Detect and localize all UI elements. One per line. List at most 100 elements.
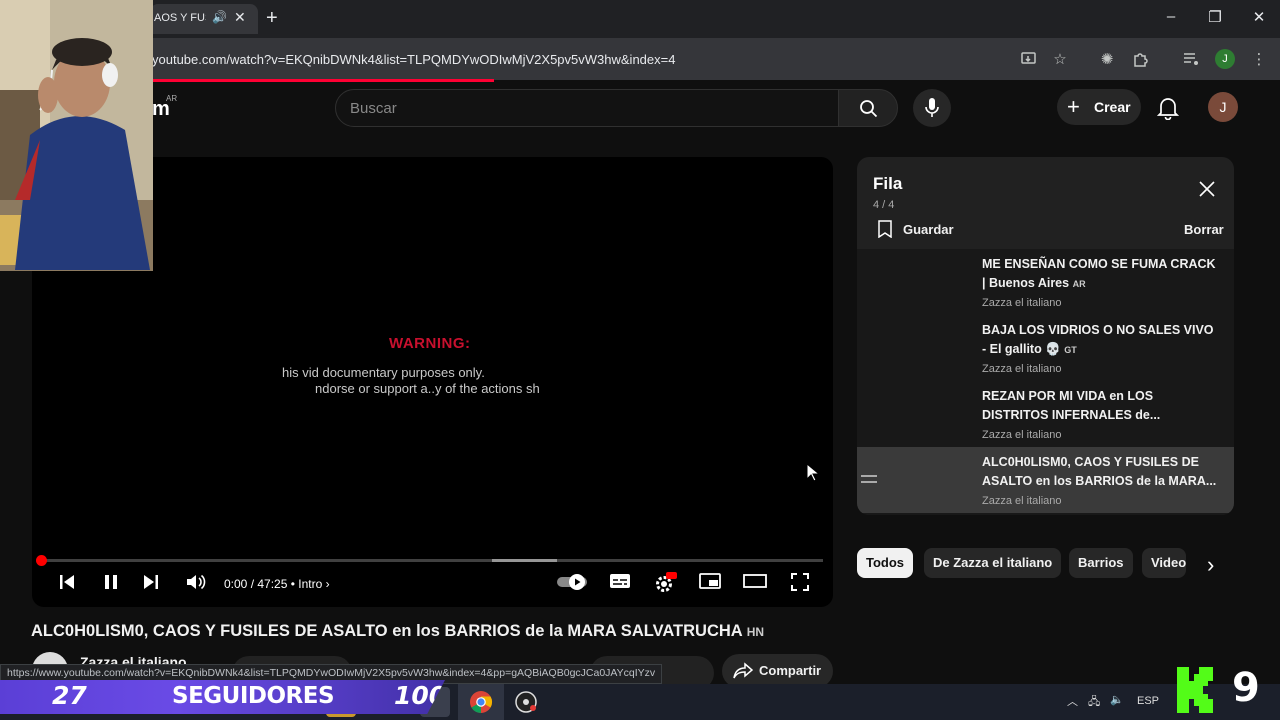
search-icon [860,100,878,118]
followers-count: 27 [52,681,87,710]
new-tab-button[interactable]: + [266,7,278,30]
queue-item-channel: Zazza el italiano [982,495,1062,507]
browser-menu-icon[interactable]: ⋮ [1248,50,1270,70]
queue-item-title: REZAN POR MI VIDA en LOS DISTRITOS INFER… [982,387,1217,425]
microphone-icon [925,98,939,117]
chip-all[interactable]: Todos [857,548,914,578]
queue-item-country-tag: AR [1072,279,1086,289]
chip-videos[interactable]: Video [1142,548,1186,578]
video-disclaimer-line-2: ndorse or support a..y of the actions sh [315,381,540,396]
queue-save-button[interactable]: Guardar [903,222,954,237]
chip-barrios[interactable]: Barrios [1069,548,1133,578]
queue-item-country-tag: GT [1064,345,1077,355]
share-label: Compartir [759,663,822,678]
plus-icon: + [1067,94,1080,119]
chevron-up-icon[interactable]: ︿ [1067,693,1078,709]
previous-button[interactable] [52,572,82,596]
queue-item-channel: Zazza el italiano [982,429,1062,441]
time-elapsed-total: 0:00 / 47:25 [224,577,288,591]
close-icon[interactable] [1197,179,1217,199]
account-avatar[interactable]: J [1208,92,1238,122]
close-window-button[interactable]: ✕ [1244,8,1274,26]
install-app-icon[interactable] [1018,50,1040,70]
queue-item-current[interactable]: ALC0H0LISM0, CAOS Y FUSILES DE ASALTO en… [857,447,1234,513]
speaker-icon[interactable]: 🔊 [212,10,227,24]
webcam-overlay [0,0,153,271]
followers-label: SEGUIDORES [172,683,335,709]
extension-badge-icon[interactable]: ✺ [1096,50,1118,70]
create-label: Crear [1094,99,1131,115]
subtitles-button[interactable] [605,572,635,596]
next-button[interactable] [136,572,166,596]
volume-icon [187,574,206,590]
extensions-puzzle-icon[interactable] [1130,50,1152,70]
voice-search-button[interactable] [913,89,951,127]
progress-bar[interactable] [42,559,823,562]
chrome-taskbar-slot[interactable] [458,684,504,720]
miniplayer-button[interactable] [695,572,725,596]
queue-item[interactable]: BAJA LOS VIDRIOS O NO SALES VIVO - El ga… [857,315,1234,381]
progress-scrubber[interactable] [36,555,47,566]
share-button[interactable]: Compartir [722,654,833,688]
bookmark-icon[interactable] [877,220,893,238]
fullscreen-icon [791,573,809,591]
webcam-feed-image [0,0,153,271]
time-display: 0:00 / 47:25 • Intro › [224,577,330,591]
queue-item-title: BAJA LOS VIDRIOS O NO SALES VIVO - El ga… [982,321,1217,360]
volume-button[interactable] [181,572,211,596]
chip-from-channel[interactable]: De Zazza el italiano [924,548,1062,578]
media-controls-icon[interactable] [1180,50,1202,70]
video-title-country-tag: HN [746,625,765,639]
search-input[interactable] [336,90,838,126]
queue-item[interactable]: ME ENSEÑAN COMO SE FUMA CRACK | Buenos A… [857,249,1234,315]
video-disclaimer-line-1: his vid documentary purposes only. [282,365,485,380]
chapter-label[interactable]: Intro [298,577,322,591]
theater-mode-button[interactable] [740,572,770,596]
maximize-button[interactable]: ❐ [1200,8,1230,26]
search-box [335,89,839,127]
pause-icon [105,575,117,589]
gear-icon [656,572,677,592]
next-icon [144,575,158,589]
video-title: ALC0H0LISM0, CAOS Y FUSILES DE ASALTO en… [31,622,764,641]
obs-icon[interactable] [514,690,538,714]
browser-profile-avatar[interactable]: J [1215,49,1235,69]
theater-icon [743,574,767,588]
page-loading-bar [150,79,494,82]
queue-panel: Fila 4 / 4 Guardar Borrar ME ENSEÑAN COM… [857,157,1234,515]
input-language[interactable]: ESP [1137,695,1159,707]
queue-title: Fila [873,174,903,193]
subtitles-icon [610,574,630,588]
queue-item[interactable]: REZAN POR MI VIDA en LOS DISTRITOS INFER… [857,381,1234,447]
mouse-cursor-icon [806,463,820,482]
bookmark-star-icon[interactable]: ☆ [1049,50,1071,70]
drag-handle-icon[interactable] [861,475,877,483]
volume-tray-icon[interactable]: 🔈 [1110,693,1124,706]
browser-tab-title: AOS Y FUSI [154,12,206,24]
chevron-right-icon[interactable]: › [326,577,330,591]
network-icon[interactable]: 🖧 [1088,693,1100,712]
minimize-button[interactable]: – [1156,8,1186,25]
notifications-bell-icon[interactable] [1157,96,1179,120]
queue-item-channel: Zazza el italiano [982,363,1062,375]
queue-clear-button[interactable]: Borrar [1184,222,1224,237]
fullscreen-button[interactable] [785,572,815,596]
tab-close-button[interactable]: ✕ [234,9,246,26]
autoplay-toggle-icon [557,574,587,590]
autoplay-toggle[interactable] [554,572,590,596]
video-warning-text: WARNING: [389,335,471,352]
kick-logo-icon [1177,667,1213,713]
queue-item-title-text: ALC0H0LISM0, CAOS Y FUSILES DE ASALTO en… [982,455,1217,488]
address-bar[interactable]: youtube.com/watch?v=EKQnibDWNk4&list=TLP… [152,52,675,67]
chrome-icon [470,691,492,713]
pause-button[interactable] [96,572,126,596]
queue-item-title-text: BAJA LOS VIDRIOS O NO SALES VIVO - El ga… [982,323,1214,356]
miniplayer-icon [699,573,721,589]
queue-item-channel: Zazza el italiano [982,297,1062,309]
create-button[interactable]: + Crear [1057,89,1141,125]
follower-goal-bar: 27 SEGUIDORES 100 [0,680,445,714]
search-button[interactable] [838,89,898,127]
chevron-right-icon[interactable]: › [1207,552,1214,578]
settings-button[interactable] [650,572,680,596]
progress-buffered [492,559,557,562]
